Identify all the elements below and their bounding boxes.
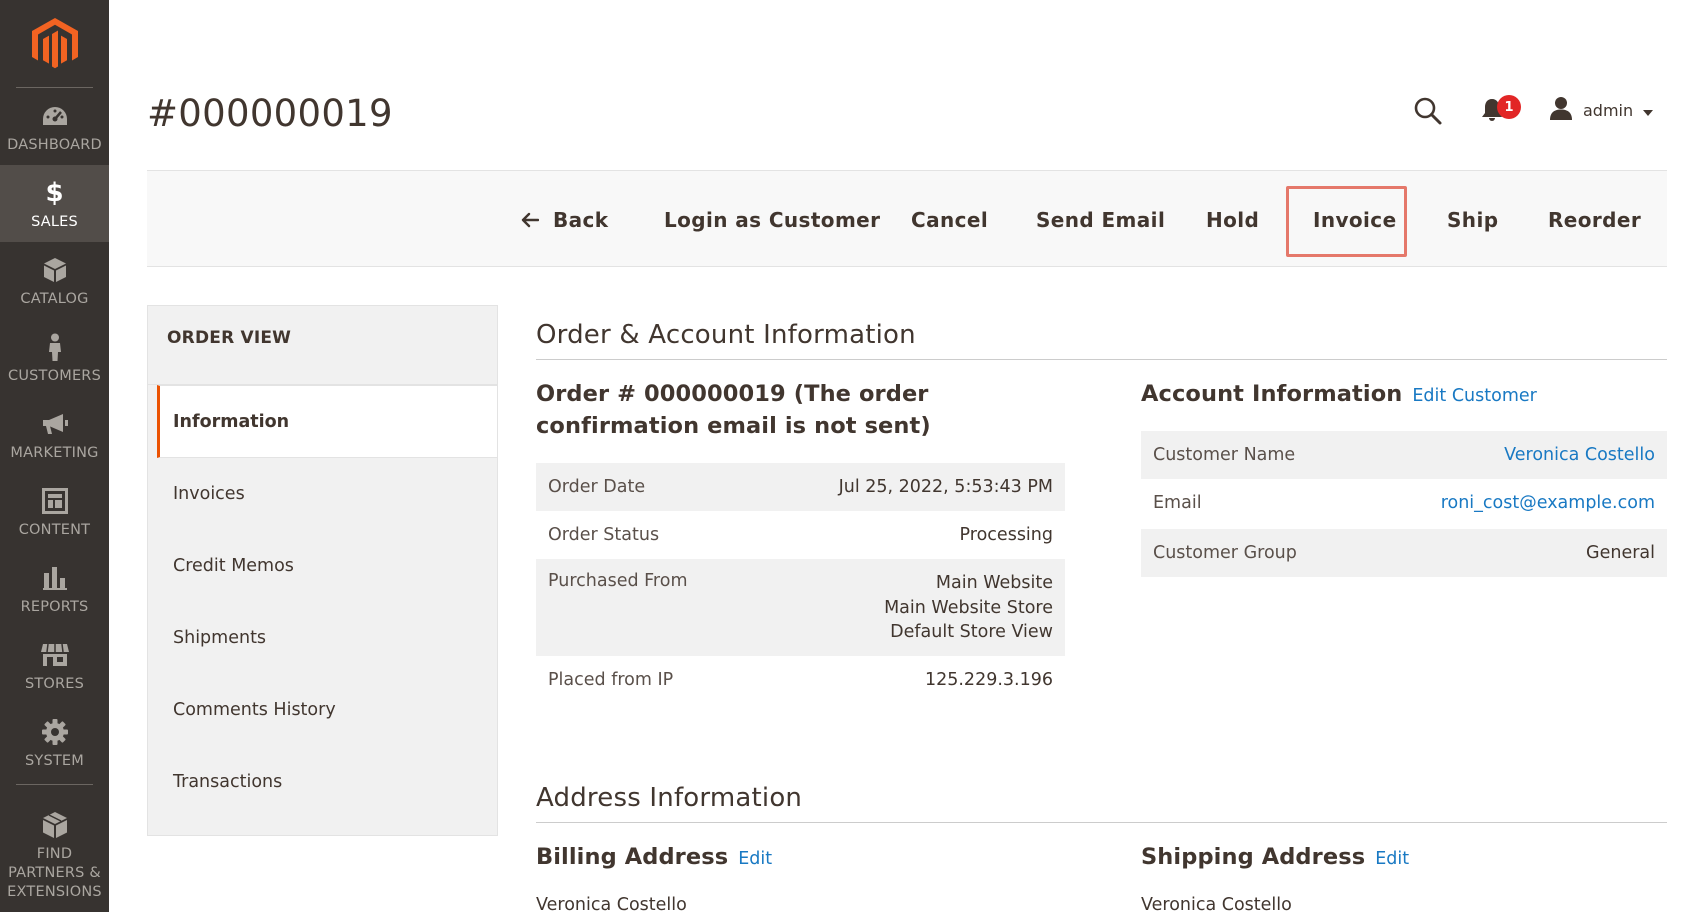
placed-from-ip-label: Placed from IP bbox=[548, 670, 674, 690]
order-status-value: Processing bbox=[959, 524, 1053, 545]
section-divider bbox=[536, 359, 1667, 360]
hold-button[interactable]: Hold bbox=[1206, 171, 1259, 268]
reorder-button[interactable]: Reorder bbox=[1548, 171, 1641, 268]
user-icon bbox=[1549, 96, 1573, 124]
tab-information[interactable]: Information bbox=[173, 412, 289, 432]
cancel-button[interactable]: Cancel bbox=[911, 171, 988, 268]
address-section-title: Address Information bbox=[536, 783, 803, 813]
caret-down-icon bbox=[1643, 101, 1654, 120]
menu-item-system[interactable]: SYSTEM bbox=[0, 704, 109, 781]
layout-icon bbox=[41, 486, 68, 516]
megaphone-icon bbox=[41, 409, 69, 439]
tab-credit-memos[interactable]: Credit Memos bbox=[173, 556, 294, 576]
account-info-title-text: Account Information bbox=[1141, 381, 1403, 407]
email-row: Email roni_cost@example.com bbox=[1141, 479, 1667, 527]
notification-count-badge[interactable]: 1 bbox=[1497, 95, 1521, 119]
menu-item-customers[interactable]: CUSTOMERS bbox=[0, 319, 109, 396]
customer-name-link[interactable]: Veronica Costello bbox=[1504, 443, 1655, 468]
gear-icon bbox=[41, 717, 69, 747]
order-date-label: Order Date bbox=[548, 477, 646, 497]
ship-button[interactable]: Ship bbox=[1447, 171, 1498, 268]
dashboard-icon bbox=[41, 101, 69, 131]
login-as-customer-button[interactable]: Login as Customer bbox=[664, 171, 880, 268]
customer-email-link[interactable]: roni_cost@example.com bbox=[1441, 491, 1655, 516]
page-title: #000000019 bbox=[147, 92, 393, 135]
order-number-title: Order # 000000019 (The order confirmatio… bbox=[536, 381, 931, 439]
search-icon[interactable] bbox=[1413, 96, 1443, 126]
menu-item-marketing[interactable]: MARKETING bbox=[0, 396, 109, 473]
customer-name-label: Customer Name bbox=[1153, 445, 1296, 465]
order-view-tabs: ORDER VIEW Information Invoices Credit M… bbox=[147, 305, 498, 836]
menu-item-dashboard[interactable]: DASHBOARD bbox=[0, 88, 109, 165]
menu-item-reports[interactable]: REPORTS bbox=[0, 550, 109, 627]
purchased-from-store: Main Website Store bbox=[884, 597, 1053, 618]
placed-from-ip-row: Placed from IP 125.229.3.196 bbox=[536, 656, 1065, 704]
tab-transactions[interactable]: Transactions bbox=[173, 772, 282, 792]
admin-username: admin bbox=[1583, 100, 1634, 120]
menu-item-stores[interactable]: STORES bbox=[0, 627, 109, 704]
menu-item-sales[interactable]: $ SALES bbox=[0, 165, 109, 242]
tab-comments-history[interactable]: Comments History bbox=[173, 700, 336, 720]
arrow-left-icon bbox=[521, 212, 539, 228]
menu-item-content[interactable]: CONTENT bbox=[0, 473, 109, 550]
back-button-label: Back bbox=[553, 207, 609, 232]
shipping-address-title-text: Shipping Address bbox=[1141, 844, 1366, 870]
shipping-name: Veronica Costello bbox=[1141, 895, 1292, 912]
edit-shipping-address-link[interactable]: Edit bbox=[1375, 849, 1409, 869]
admin-menu: DASHBOARD $ SALES CATALOG CUSTOMERS MARK… bbox=[0, 0, 109, 912]
menu-item-partners[interactable]: FIND PARTNERS & EXTENSIONS bbox=[0, 786, 109, 912]
order-account-section-title: Order & Account Information bbox=[536, 320, 916, 350]
placed-from-ip-value: 125.229.3.196 bbox=[924, 669, 1053, 690]
order-date-value: Jul 25, 2022, 5:53:43 PM bbox=[838, 476, 1053, 497]
magento-logo-icon[interactable] bbox=[0, 0, 109, 88]
cube-icon bbox=[43, 255, 67, 285]
tab-shipments[interactable]: Shipments bbox=[173, 628, 266, 648]
customer-group-row: Customer Group General bbox=[1141, 529, 1667, 577]
order-date-row: Order Date Jul 25, 2022, 5:53:43 PM bbox=[536, 463, 1065, 511]
bar-chart-icon bbox=[42, 563, 68, 593]
purchased-from-label: Purchased From bbox=[548, 571, 688, 591]
customer-group-label: Customer Group bbox=[1153, 543, 1297, 563]
person-icon bbox=[47, 332, 63, 362]
section-divider bbox=[536, 822, 1667, 823]
order-status-label: Order Status bbox=[548, 525, 660, 545]
send-email-button[interactable]: Send Email bbox=[1036, 171, 1165, 268]
purchased-from-store-view: Default Store View bbox=[890, 622, 1053, 642]
account-info-title: Account Information Edit Customer bbox=[1141, 379, 1537, 411]
edit-billing-address-link[interactable]: Edit bbox=[738, 849, 772, 869]
page-actions-toolbar: Back Login as Customer Cancel Send Email… bbox=[147, 170, 1667, 267]
purchased-from-website: Main Website bbox=[935, 573, 1053, 593]
dollar-icon: $ bbox=[45, 177, 64, 208]
purchased-from-row: Purchased From Main Website Main Website… bbox=[536, 559, 1065, 656]
order-status-row: Order Status Processing bbox=[536, 511, 1065, 559]
boxes-icon bbox=[41, 810, 69, 840]
menu-divider bbox=[16, 784, 93, 785]
invoice-button[interactable]: Invoice bbox=[1313, 171, 1397, 268]
admin-user-menu[interactable]: admin bbox=[1549, 96, 1654, 124]
back-button[interactable]: Back bbox=[521, 171, 609, 268]
billing-address-title: Billing Address Edit bbox=[536, 842, 772, 874]
menu-item-catalog[interactable]: CATALOG bbox=[0, 242, 109, 319]
order-view-title: ORDER VIEW bbox=[167, 328, 292, 348]
email-label: Email bbox=[1153, 493, 1202, 513]
tab-invoices[interactable]: Invoices bbox=[173, 484, 245, 504]
billing-name: Veronica Costello bbox=[536, 895, 687, 912]
shipping-address-title: Shipping Address Edit bbox=[1141, 842, 1409, 874]
storefront-icon bbox=[40, 640, 70, 670]
customer-group-value: General bbox=[1586, 542, 1655, 563]
customer-name-row: Customer Name Veronica Costello bbox=[1141, 431, 1667, 479]
billing-address-title-text: Billing Address bbox=[536, 844, 729, 870]
purchased-from-value: Main Website Main Website Store Default … bbox=[884, 571, 1053, 656]
edit-customer-link[interactable]: Edit Customer bbox=[1412, 386, 1536, 406]
